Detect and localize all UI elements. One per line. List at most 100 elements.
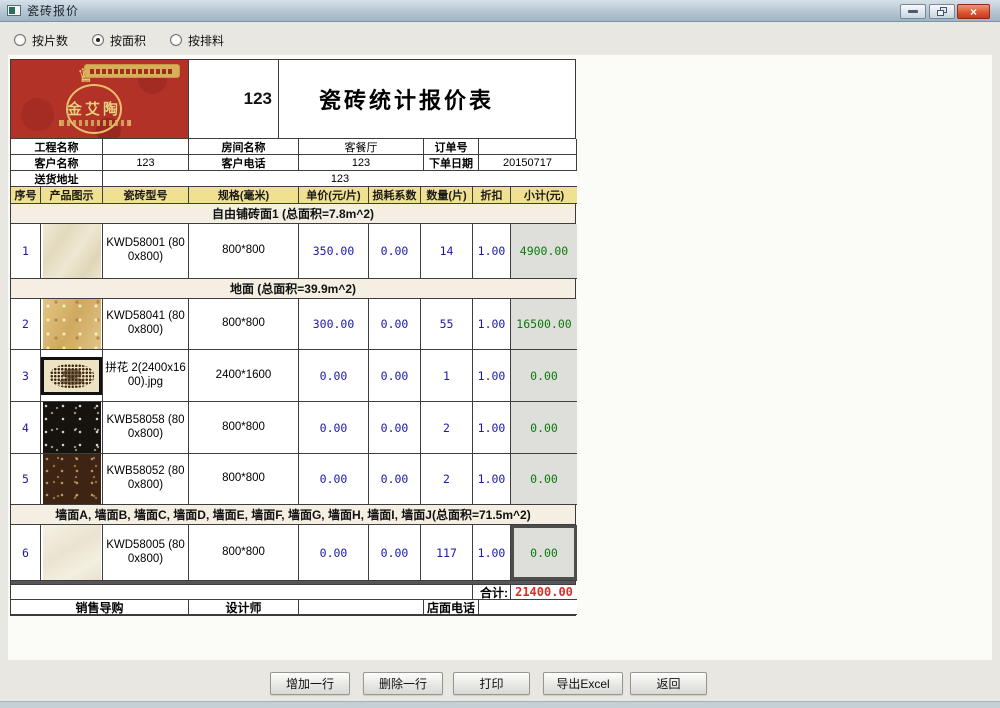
price-cell[interactable]: 300.00 [299,299,369,350]
price-cell[interactable]: 0.00 [299,350,369,402]
product-image-cell[interactable] [41,454,103,505]
table-row: 1 KWD58001 (800x800) 800*800 350.00 0.00… [11,224,575,279]
order-date-value[interactable]: 20150717 [479,155,577,171]
table-row: 5 KWB58052 (800x800) 800*800 0.00 0.00 2… [11,454,575,505]
product-image-cell[interactable] [41,299,103,350]
model-cell[interactable]: KWB58058 (800x800) [103,402,189,454]
discount-cell[interactable]: 1.00 [473,350,511,402]
subtotal-cell[interactable]: 0.00 [511,402,577,454]
loss-cell[interactable]: 0.00 [369,224,421,279]
product-image-cell[interactable] [41,350,103,402]
qty-cell[interactable]: 14 [421,224,473,279]
row-no: 1 [11,224,41,279]
sheet-title: 瓷砖统计报价表 [279,60,575,139]
discount-cell[interactable]: 1.00 [473,454,511,505]
spec-cell[interactable]: 2400*1600 [189,350,299,402]
model-cell[interactable]: KWD58041 (800x800) [103,299,189,350]
delivery-address-label: 送货地址 [11,171,103,187]
order-no-value[interactable] [479,139,577,155]
subtotal-cell[interactable]: 16500.00 [511,299,577,350]
loss-cell[interactable]: 0.00 [369,525,421,581]
spec-cell[interactable]: 800*800 [189,299,299,350]
total-row: 合计: 21400.00 [11,585,575,600]
add-row-button[interactable]: 增加一行 [270,672,350,695]
print-button[interactable]: 打印 [453,672,530,695]
row-no: 4 [11,402,41,454]
spec-cell[interactable]: 800*800 [189,454,299,505]
model-cell[interactable]: 拼花 2(2400x1600).jpg [103,350,189,402]
title-bar[interactable]: 瓷砖报价 × [0,0,1000,22]
price-cell[interactable]: 350.00 [299,224,369,279]
model-cell[interactable]: KWD58005 (800x800) [103,525,189,581]
store-phone-value[interactable] [479,600,577,615]
parquet-ornament [50,364,94,388]
delete-row-button[interactable]: 删除一行 [363,672,443,695]
subtotal-cell[interactable]: 4900.00 [511,224,577,279]
room-name-label: 房间名称 [189,139,299,155]
customer-phone-value[interactable]: 123 [299,155,424,171]
loss-cell[interactable]: 0.00 [369,454,421,505]
doc-number[interactable]: 123 [189,60,279,139]
room-name-value[interactable]: 客餐厅 [299,139,424,155]
radio-circle-icon [14,34,26,46]
quotation-sheet: ♛ 金艾陶 123 瓷砖统计报价表 工程名称 房间名称 客餐厅 订单号 客户名称… [10,59,576,616]
radio-label: 按片数 [32,32,68,49]
discount-cell[interactable]: 1.00 [473,525,511,581]
product-image-cell[interactable] [41,402,103,454]
order-date-label: 下单日期 [424,155,479,171]
table-row: 2 KWD58041 (800x800) 800*800 300.00 0.00… [11,299,575,350]
qty-cell[interactable]: 55 [421,299,473,350]
qty-cell[interactable]: 1 [421,350,473,402]
loss-cell[interactable]: 0.00 [369,299,421,350]
price-cell[interactable]: 0.00 [299,402,369,454]
spec-cell[interactable]: 800*800 [189,224,299,279]
product-image-cell[interactable] [41,224,103,279]
black-speckled-tile-image [43,402,101,453]
customer-name-value[interactable]: 123 [103,155,189,171]
qty-cell[interactable]: 117 [421,525,473,581]
minimize-button[interactable] [900,4,926,19]
col-model: 瓷砖型号 [103,187,189,204]
subtotal-cell[interactable]: 0.00 [511,350,577,402]
loss-cell[interactable]: 0.00 [369,350,421,402]
brand-logo: ♛ 金艾陶 [11,60,189,139]
close-button[interactable]: × [957,4,990,19]
cream-marble-tile-image [43,525,101,580]
discount-cell[interactable]: 1.00 [473,299,511,350]
price-cell[interactable]: 0.00 [299,454,369,505]
restore-button[interactable] [929,4,955,19]
radio-by-layout[interactable]: 按排料 [170,32,224,49]
radio-by-piece[interactable]: 按片数 [14,32,68,49]
price-cell[interactable]: 0.00 [299,525,369,581]
spec-cell[interactable]: 800*800 [189,402,299,454]
model-cell[interactable]: KWD58001 (800x800) [103,224,189,279]
subtotal-cell[interactable]: 0.00 [511,454,577,505]
qty-cell[interactable]: 2 [421,454,473,505]
minimize-icon [908,10,918,13]
model-cell[interactable]: KWB58052 (800x800) [103,454,189,505]
export-excel-button[interactable]: 导出Excel [543,672,623,695]
designer-value[interactable] [299,600,424,615]
project-name-value[interactable] [103,139,189,155]
sheet-title-block: ♛ 金艾陶 123 瓷砖统计报价表 [11,60,575,139]
discount-cell[interactable]: 1.00 [473,224,511,279]
section-header: 自由铺砖面1 (总面积=7.8m^2) [11,204,575,224]
col-loss: 损耗系数 [369,187,421,204]
radio-by-area[interactable]: 按面积 [92,32,146,49]
window-title: 瓷砖报价 [27,2,79,19]
table-row: 3 拼花 2(2400x1600).jpg 2400*1600 0.00 0.0… [11,350,575,402]
radio-label: 按面积 [110,32,146,49]
radio-label: 按排料 [188,32,224,49]
back-button[interactable]: 返回 [630,672,707,695]
spec-cell[interactable]: 800*800 [189,525,299,581]
discount-cell[interactable]: 1.00 [473,402,511,454]
subtotal-cell-selected[interactable]: 0.00 [511,525,577,581]
product-image-cell[interactable] [41,525,103,581]
app-window: 瓷砖报价 × 按片数 按面积 按排料 ♛ 金艾陶 [0,0,1000,708]
loss-cell[interactable]: 0.00 [369,402,421,454]
table-row: 4 KWB58058 (800x800) 800*800 0.00 0.00 2… [11,402,575,454]
footer-row: 销售导购 设计师 店面电话 [11,600,575,615]
col-spec: 规格(毫米) [189,187,299,204]
delivery-address-value[interactable]: 123 [103,171,577,187]
qty-cell[interactable]: 2 [421,402,473,454]
